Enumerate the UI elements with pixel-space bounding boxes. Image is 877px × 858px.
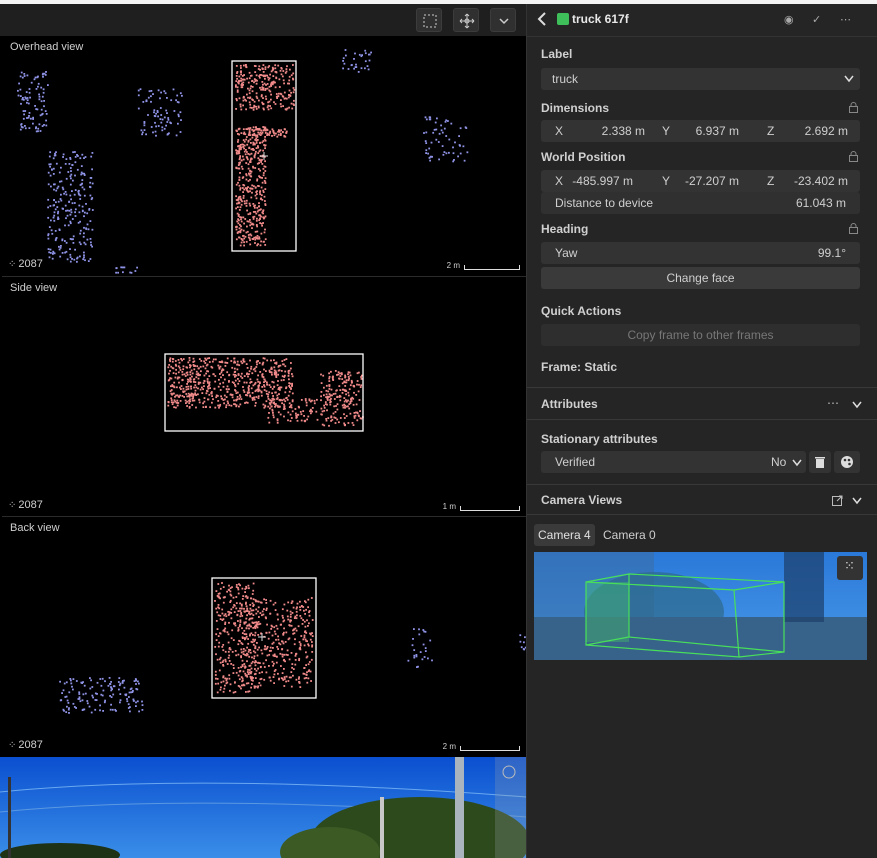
label-select[interactable]: truck [541, 68, 860, 90]
dim-z-input[interactable]: 2.692 m [786, 120, 848, 142]
distance-value: 61.043 m [795, 196, 846, 210]
point-overlay-toggle[interactable]: ⁙ [837, 556, 863, 580]
view-toolbar [0, 4, 526, 36]
frame-indicator: ⁘ 2087 [8, 739, 43, 751]
properties-panel: truck 617f ◉ ✓ ⋯ Label truck Dimensions … [526, 4, 877, 858]
divider [527, 484, 877, 485]
lock-icon[interactable] [849, 151, 858, 162]
back-icon[interactable] [536, 11, 548, 27]
crosshair-icon [260, 152, 268, 160]
quick-actions-heading: Quick Actions [541, 304, 622, 318]
camera-image[interactable] [0, 757, 526, 858]
stationary-heading: Stationary attributes [541, 432, 658, 446]
trash-icon [815, 457, 825, 468]
move-tool-button[interactable] [453, 8, 479, 32]
dim-z-label: Z [767, 124, 775, 138]
chevron-down-icon [499, 18, 509, 25]
divider [527, 387, 877, 388]
divider [527, 419, 877, 420]
check-icon[interactable]: ✓ [812, 13, 821, 26]
dim-x-input[interactable]: 2.338 m [573, 120, 645, 142]
pos-z-input[interactable]: -23.402 m [778, 170, 848, 192]
palette-button[interactable] [834, 451, 860, 473]
select-icon [423, 14, 437, 28]
verified-label: Verified [555, 455, 596, 469]
pos-x-input[interactable]: -485.997 m [567, 170, 633, 192]
open-external-icon[interactable] [832, 495, 843, 506]
object-title: truck 617f [572, 12, 629, 26]
frame-icon: ⁘ [8, 259, 17, 270]
camera-scene [0, 757, 526, 858]
chevron-down-icon[interactable] [852, 401, 862, 409]
viewport-area: Overhead view ⁘ 2087 2 m Side view ⁘ 2087 … [0, 4, 526, 858]
dim-x-label: X [555, 124, 564, 138]
points-icon: ⁙ [844, 559, 855, 574]
label-heading: Label [541, 47, 573, 61]
verified-row: Verified No [541, 451, 806, 473]
frame-indicator: ⁘ 2087 [8, 258, 43, 270]
distance-label: Distance to device [555, 196, 654, 210]
pos-x-label: X [555, 174, 564, 188]
select-tool-button[interactable] [416, 8, 442, 32]
side-view[interactable]: Side view ⁘ 2087 1 m [2, 276, 526, 517]
frame-indicator: ⁘ 2087 [8, 499, 43, 511]
copy-frame-button[interactable]: Copy frame to other frames [541, 324, 860, 346]
locate-icon[interactable]: ◉ [784, 13, 794, 26]
view-options-button[interactable] [490, 8, 516, 32]
change-face-button[interactable]: Change face [541, 267, 860, 289]
dim-y-label: Y [662, 124, 671, 138]
crosshair-icon [258, 633, 266, 641]
camera-preview-scene [534, 552, 867, 660]
dim-y-input[interactable]: 6.937 m [681, 120, 739, 142]
back-view-title: Back view [10, 522, 60, 534]
tab-camera-0[interactable]: Camera 0 [599, 524, 660, 546]
lock-icon[interactable] [849, 223, 858, 234]
dimensions-heading: Dimensions [541, 101, 610, 115]
object-color-swatch [557, 13, 569, 25]
heading-heading: Heading [541, 222, 589, 236]
side-point-cloud [164, 353, 364, 432]
pos-y-label: Y [662, 174, 671, 188]
frame-icon: ⁘ [8, 500, 17, 511]
chevron-down-icon[interactable] [852, 497, 862, 505]
attributes-heading: Attributes [541, 397, 598, 411]
chevron-down-icon [792, 459, 802, 467]
panel-header: truck 617f ◉ ✓ ⋯ [527, 4, 877, 37]
scale-bar: 2 m [443, 742, 520, 751]
yaw-value: 99.1° [817, 246, 846, 260]
lock-icon[interactable] [849, 102, 858, 113]
back-point-cloud [59, 577, 526, 714]
palette-icon [841, 456, 853, 468]
distance-row: Distance to device 61.043 m [541, 192, 860, 214]
pos-y-input[interactable]: -27.207 m [673, 170, 739, 192]
overhead-view[interactable]: Overhead view ⁘ 2087 2 m [2, 36, 526, 276]
camera-4-preview[interactable]: ⁙ [534, 552, 867, 660]
world-position-fields: X -485.997 m Y -27.207 m Z -23.402 m [541, 170, 860, 192]
back-view[interactable]: Back view ⁘ 2087 2 m [2, 516, 526, 757]
verified-select[interactable]: No [771, 451, 786, 473]
pos-z-label: Z [767, 174, 775, 188]
yaw-label: Yaw [555, 246, 578, 260]
frame-static-label: Frame: Static [541, 360, 618, 374]
scale-bar: 1 m [443, 502, 520, 511]
tab-camera-4[interactable]: Camera 4 [534, 524, 595, 546]
camera-views-heading: Camera Views [541, 493, 623, 507]
label-value: truck [552, 72, 579, 86]
chevron-down-icon [844, 75, 854, 83]
side-view-title: Side view [10, 282, 58, 294]
yaw-field[interactable]: Yaw 99.1° [541, 242, 860, 264]
world-position-heading: World Position [541, 150, 626, 164]
overhead-point-cloud [17, 49, 469, 274]
more-icon[interactable]: ⋯ [827, 396, 839, 410]
delete-attribute-button[interactable] [809, 451, 831, 473]
divider [527, 514, 877, 515]
move-icon [459, 13, 475, 29]
overhead-view-title: Overhead view [10, 41, 84, 53]
frame-icon: ⁘ [8, 740, 17, 751]
dimensions-fields: X 2.338 m Y 6.937 m Z 2.692 m [541, 120, 860, 142]
scale-bar: 2 m [447, 261, 520, 270]
more-icon[interactable]: ⋯ [840, 13, 851, 26]
